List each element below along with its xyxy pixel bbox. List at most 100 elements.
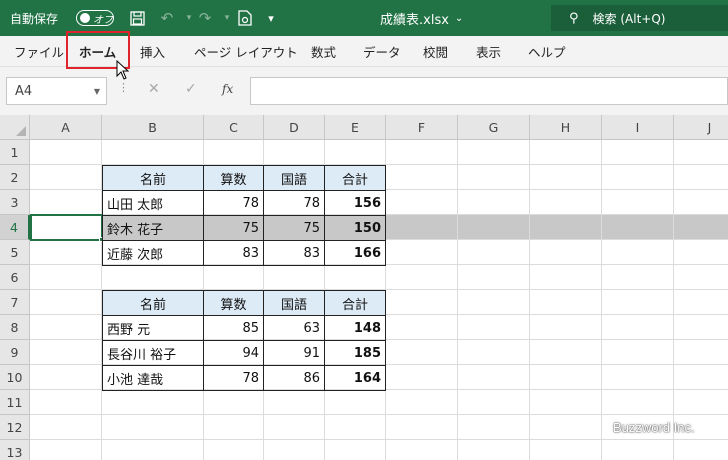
cell-c11[interactable] [204,390,264,415]
cell-d13[interactable] [264,440,325,460]
undo-icon[interactable]: ↶ [156,0,178,36]
cell-g13[interactable] [458,440,530,460]
table2-data-cell[interactable]: 長谷川 裕子 [102,340,204,366]
table2-data-cell[interactable]: 86 [263,365,325,391]
cell-h8[interactable] [530,315,602,340]
cell-g2[interactable] [458,165,530,190]
table1-header-cell[interactable]: 名前 [102,165,204,191]
table1-data-cell[interactable]: 山田 太郎 [102,190,204,216]
table1-data-cell[interactable]: 166 [324,240,386,266]
cell-a6[interactable] [30,265,102,290]
column-header-a[interactable]: A [30,115,102,140]
cell-a11[interactable] [30,390,102,415]
row-header-11[interactable]: 11 [0,390,30,415]
cell-h5[interactable] [530,240,602,265]
redo-icon[interactable]: ↷ [194,0,216,36]
cell-b12[interactable] [102,415,204,440]
table1-data-cell[interactable]: 150 [324,215,386,241]
cell-g1[interactable] [458,140,530,165]
row-header-12[interactable]: 12 [0,415,30,440]
table2-data-cell[interactable]: 185 [324,340,386,366]
tab-data[interactable]: データ [363,36,401,67]
cell-h6[interactable] [530,265,602,290]
cell-j13[interactable] [674,440,728,460]
cell-b11[interactable] [102,390,204,415]
cell-a10[interactable] [30,365,102,390]
cell-d11[interactable] [264,390,325,415]
file-name-title[interactable]: 成績表.xlsx ⌄ [380,0,463,36]
cell-f7[interactable] [386,290,458,315]
tab-file[interactable]: ファイル [14,36,64,67]
cell-i11[interactable] [602,390,674,415]
cell-c12[interactable] [204,415,264,440]
row-header-2[interactable]: 2 [0,165,30,190]
table2-header-cell[interactable]: 算数 [203,290,264,316]
cell-i6[interactable] [602,265,674,290]
cell-h4[interactable] [530,215,602,240]
cell-e6[interactable] [325,265,386,290]
tab-insert[interactable]: 挿入 [140,36,165,67]
row-header-9[interactable]: 9 [0,340,30,365]
cell-f6[interactable] [386,265,458,290]
table2-data-cell[interactable]: 148 [324,315,386,341]
table1-header-cell[interactable]: 国語 [263,165,325,191]
tab-page-layout[interactable]: ページ レイアウト [194,36,298,67]
cell-j10[interactable] [674,365,728,390]
cell-e11[interactable] [325,390,386,415]
insert-function-icon[interactable]: fx [222,82,233,96]
cell-i10[interactable] [602,365,674,390]
table1-data-cell[interactable]: 78 [263,190,325,216]
cell-h2[interactable] [530,165,602,190]
cell-g6[interactable] [458,265,530,290]
cell-f2[interactable] [386,165,458,190]
table2-data-cell[interactable]: 西野 元 [102,315,204,341]
column-header-h[interactable]: H [530,115,602,140]
cell-b1[interactable] [102,140,204,165]
cell-a8[interactable] [30,315,102,340]
tab-help[interactable]: ヘルプ [528,36,566,67]
cell-j4[interactable] [674,215,728,240]
table2-header-cell[interactable]: 名前 [102,290,204,316]
table2-header-cell[interactable]: 合計 [324,290,386,316]
cell-f3[interactable] [386,190,458,215]
table1-header-cell[interactable]: 合計 [324,165,386,191]
row-header-7[interactable]: 7 [0,290,30,315]
column-header-e[interactable]: E [325,115,386,140]
table2-header-cell[interactable]: 国語 [263,290,325,316]
cell-j3[interactable] [674,190,728,215]
table2-data-cell[interactable]: 85 [203,315,264,341]
search-box[interactable]: ⚲ 検索 (Alt+Q) [551,5,728,31]
cell-g3[interactable] [458,190,530,215]
active-cell-outline[interactable] [30,214,103,241]
column-header-g[interactable]: G [458,115,530,140]
cell-h3[interactable] [530,190,602,215]
row-header-4[interactable]: 4 [0,215,30,240]
autosave-toggle[interactable]: オフ [76,10,114,26]
cell-f1[interactable] [386,140,458,165]
cell-b13[interactable] [102,440,204,460]
cell-a13[interactable] [30,440,102,460]
cell-i3[interactable] [602,190,674,215]
cell-h13[interactable] [530,440,602,460]
cell-a7[interactable] [30,290,102,315]
cell-c1[interactable] [204,140,264,165]
cell-f5[interactable] [386,240,458,265]
select-all-button[interactable] [0,115,30,140]
row-header-1[interactable]: 1 [0,140,30,165]
cell-g12[interactable] [458,415,530,440]
cell-b6[interactable] [102,265,204,290]
cell-a12[interactable] [30,415,102,440]
table2-data-cell[interactable]: 78 [203,365,264,391]
cell-f13[interactable] [386,440,458,460]
table1-header-cell[interactable]: 算数 [203,165,264,191]
cell-g10[interactable] [458,365,530,390]
more-options-icon[interactable]: ⋮ [118,81,129,94]
customize-toolbar-icon[interactable]: ▾ [260,0,282,36]
cell-i5[interactable] [602,240,674,265]
row-header-13[interactable]: 13 [0,440,30,460]
cell-f9[interactable] [386,340,458,365]
cell-i7[interactable] [602,290,674,315]
column-header-c[interactable]: C [204,115,264,140]
print-preview-icon[interactable] [234,0,256,36]
cell-f11[interactable] [386,390,458,415]
